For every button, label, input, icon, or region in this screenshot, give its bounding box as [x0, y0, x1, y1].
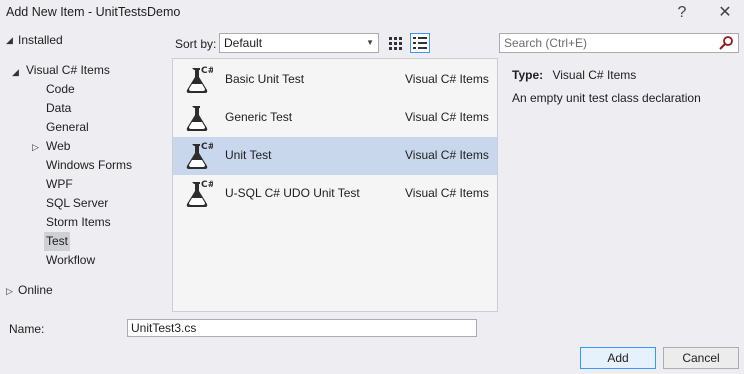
- tree-item-web[interactable]: Web: [46, 137, 70, 156]
- template-name: Basic Unit Test: [225, 72, 305, 86]
- name-input[interactable]: [127, 319, 477, 337]
- type-label: Type:: [512, 68, 544, 82]
- template-name: U-SQL C# UDO Unit Test: [225, 186, 360, 200]
- title-bar: Add New Item - UnitTestsDemo ? ✕: [0, 0, 744, 26]
- flask-csharp-icon: C#: [186, 180, 213, 207]
- search-box: [499, 33, 739, 53]
- tree-item-general[interactable]: General: [46, 118, 89, 137]
- svg-text:C#: C#: [201, 180, 213, 190]
- svg-text:C#: C#: [201, 142, 213, 152]
- template-language: Visual C# Items: [405, 186, 489, 200]
- add-button[interactable]: Add: [580, 347, 656, 369]
- expand-arrow-icon[interactable]: ▷: [6, 286, 13, 297]
- tree-item-online[interactable]: Online: [18, 281, 53, 300]
- template-language: Visual C# Items: [405, 148, 489, 162]
- sort-value: Default: [224, 36, 263, 50]
- tree-item-windows-forms[interactable]: Windows Forms: [46, 156, 132, 175]
- grid-view-button[interactable]: [386, 33, 406, 53]
- collapse-arrow-icon[interactable]: ◢: [12, 67, 19, 78]
- tree-item-workflow[interactable]: Workflow: [46, 251, 95, 270]
- tree-item-data[interactable]: Data: [46, 99, 71, 118]
- flask-icon: [186, 106, 208, 131]
- close-button[interactable]: ✕: [712, 2, 738, 24]
- template-item-unit-test[interactable]: C# Unit Test Visual C# Items: [173, 137, 497, 175]
- tree-item-storm-items[interactable]: Storm Items: [46, 213, 111, 232]
- template-item-usql-udo-unit-test[interactable]: C# U-SQL C# UDO Unit Test Visual C# Item…: [173, 175, 497, 213]
- search-icon[interactable]: [718, 35, 734, 51]
- template-name: Generic Test: [225, 110, 293, 124]
- category-tree: ◢ Installed ◢ Visual C# Items Code Data …: [0, 28, 168, 312]
- template-item-generic-test[interactable]: Generic Test Visual C# Items: [173, 99, 497, 137]
- list-view-icon: [413, 37, 427, 49]
- grid-view-icon: [389, 37, 402, 50]
- sort-dropdown[interactable]: Default ▼: [219, 33, 379, 53]
- svg-text:C#: C#: [201, 66, 213, 76]
- sort-by-label: Sort by:: [175, 37, 217, 51]
- window-title: Add New Item - UnitTestsDemo: [6, 5, 181, 19]
- name-label: Name:: [9, 322, 45, 336]
- tree-item-wpf[interactable]: WPF: [46, 175, 73, 194]
- tree-item-visual-csharp[interactable]: Visual C# Items: [26, 61, 110, 80]
- template-language: Visual C# Items: [405, 72, 489, 86]
- tree-item-code[interactable]: Code: [46, 80, 75, 99]
- tree-item-sql-server[interactable]: SQL Server: [46, 194, 108, 213]
- cancel-button[interactable]: Cancel: [663, 347, 739, 369]
- type-value: Visual C# Items: [552, 68, 637, 82]
- template-item-basic-unit-test[interactable]: C# Basic Unit Test Visual C# Items: [173, 61, 497, 99]
- search-input[interactable]: [500, 34, 710, 52]
- template-name: Unit Test: [225, 148, 272, 162]
- detail-description: An empty unit test class declaration: [512, 91, 701, 105]
- expand-arrow-icon[interactable]: ▷: [32, 142, 39, 153]
- tree-item-installed[interactable]: Installed: [18, 31, 63, 50]
- flask-csharp-icon: C#: [186, 66, 213, 93]
- template-language: Visual C# Items: [405, 110, 489, 124]
- detail-type: Type: Visual C# Items: [512, 68, 636, 82]
- tree-item-test[interactable]: Test: [44, 232, 71, 251]
- list-view-button[interactable]: [410, 33, 430, 53]
- collapse-arrow-icon[interactable]: ◢: [6, 35, 13, 46]
- flask-csharp-icon: C#: [186, 142, 213, 169]
- help-button[interactable]: ?: [669, 2, 695, 24]
- template-list: C# Basic Unit Test Visual C# Items Gener…: [172, 58, 498, 312]
- chevron-down-icon: ▼: [366, 38, 374, 47]
